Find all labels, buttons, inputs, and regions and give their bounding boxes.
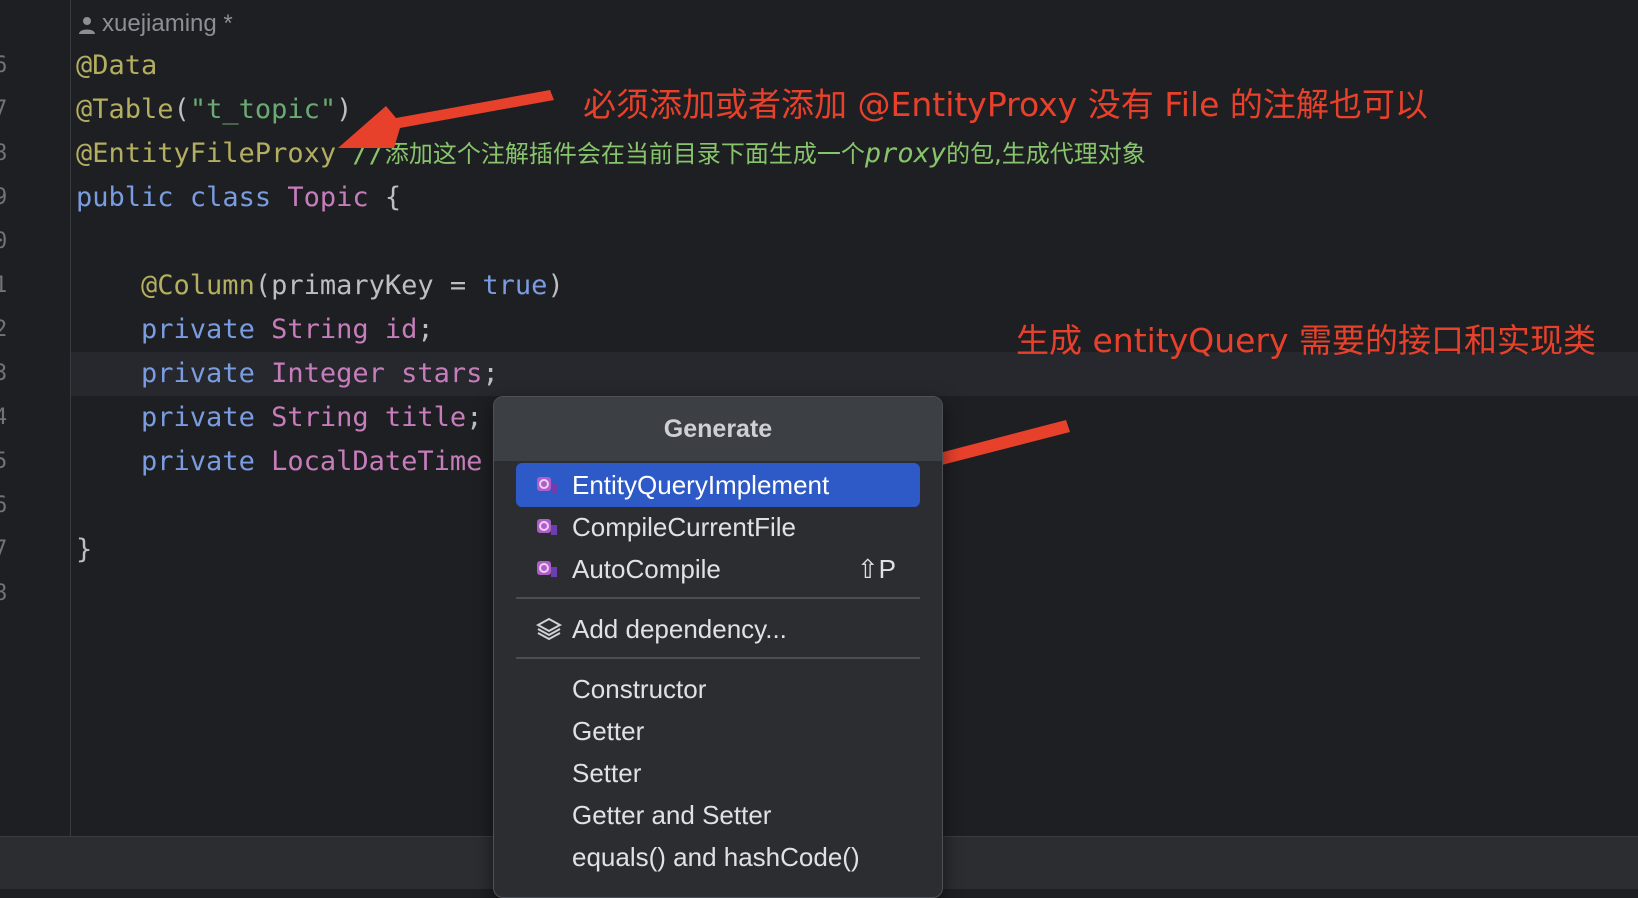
code-line[interactable]: private String id;	[76, 308, 434, 352]
author-name: xuejiaming *	[102, 10, 233, 37]
punctuation-token: )	[547, 270, 564, 301]
comment-token: 的包,生成代理对象	[946, 140, 1146, 168]
line-number: 0	[0, 229, 8, 254]
parameter-token: (primaryKey =	[254, 270, 483, 301]
popup-title: Generate	[494, 397, 942, 461]
punctuation-token: ;	[482, 358, 499, 389]
line-number: 4	[0, 405, 8, 430]
menu-item-compile-current-file[interactable]: CompileCurrentFile	[516, 505, 920, 549]
line-number: 7	[0, 97, 8, 122]
menu-item-entity-query-implement[interactable]: EntityQueryImplement	[516, 463, 920, 507]
menu-item-label: AutoCompile	[572, 554, 721, 584]
punctuation-token: ;	[417, 314, 434, 345]
annotation-note-middle: 生成 entityQuery 需要的接口和实现类	[1016, 321, 1597, 360]
punctuation-token: {	[384, 182, 402, 213]
line-number: 6	[0, 493, 8, 518]
menu-item-getter-and-setter[interactable]: Getter and Setter	[516, 793, 920, 837]
field-token: stars	[401, 358, 483, 389]
field-token: id	[384, 314, 418, 345]
keyword-token: private	[141, 402, 255, 433]
annotation-token: @Column	[141, 270, 255, 301]
punctuation-token: ;	[466, 402, 483, 433]
menu-separator	[516, 597, 920, 599]
menu-item-label: Getter and Setter	[572, 800, 772, 830]
punctuation-token: (	[173, 94, 190, 125]
annotation-token: @Data	[76, 50, 158, 81]
class-name-token: Topic	[287, 182, 369, 213]
keyword-token: class	[189, 182, 272, 213]
keyword-token: public	[76, 182, 174, 213]
line-number: 9	[0, 185, 8, 210]
line-number: 7	[0, 537, 8, 562]
plugin-icon	[537, 477, 557, 493]
type-token: String	[271, 314, 369, 345]
string-token: "t_topic"	[189, 94, 337, 125]
annotation-note-top: 必须添加或者添加 @EntityProxy 没有 File 的注解也可以	[583, 85, 1428, 124]
menu-item-constructor[interactable]: Constructor	[516, 667, 920, 711]
code-line[interactable]: }	[76, 528, 92, 572]
keyword-token: private	[141, 446, 255, 477]
generate-popup[interactable]: Generate EntityQueryImplement CompileCur…	[493, 396, 943, 898]
line-number: 8	[0, 581, 8, 606]
punctuation-token: }	[76, 534, 93, 565]
menu-item-auto-compile[interactable]: AutoCompile ⇧P	[516, 547, 920, 591]
code-vision-author[interactable]: xuejiaming *	[78, 4, 233, 44]
gutter-divider	[70, 0, 71, 836]
line-number: 6	[0, 53, 8, 78]
menu-item-label: EntityQueryImplement	[572, 470, 830, 500]
keyword-token: private	[141, 358, 255, 389]
line-number-gutter: 6 7 8 9 0 1 2 3 4 5 6 7 8	[0, 0, 70, 836]
code-line[interactable]: private String title;	[76, 396, 482, 440]
menu-item-add-dependency[interactable]: Add dependency...	[516, 607, 920, 651]
menu-item-label: equals() and hashCode()	[572, 842, 860, 872]
annotation-token: @Table	[76, 94, 174, 125]
menu-item-label: Add dependency...	[572, 614, 787, 644]
menu-item-label: Constructor	[572, 674, 707, 704]
code-line[interactable]: @Table("t_topic")	[76, 88, 352, 132]
menu-item-getter[interactable]: Getter	[516, 709, 920, 753]
code-line[interactable]: private LocalDateTime	[76, 440, 482, 484]
keyword-token: private	[141, 314, 255, 345]
field-token: title	[384, 402, 467, 433]
menu-item-label: Setter	[572, 758, 642, 788]
keyword-token: true	[482, 270, 548, 301]
code-line[interactable]: public class Topic {	[76, 176, 401, 220]
menu-item-label: CompileCurrentFile	[572, 512, 796, 542]
plugin-icon	[537, 561, 557, 577]
red-arrow-icon	[338, 90, 554, 148]
plugin-icon	[537, 519, 557, 535]
code-line[interactable]: @Data	[76, 44, 157, 88]
line-number: 1	[0, 273, 8, 298]
line-number: 2	[0, 317, 8, 342]
comment-token: proxy	[864, 138, 947, 169]
line-number: 3	[0, 361, 8, 386]
type-token: String	[271, 402, 369, 433]
line-number: 5	[0, 449, 8, 474]
type-token: Integer	[271, 358, 385, 389]
annotation-token: @EntityFileProxy	[76, 138, 337, 169]
code-line[interactable]: @Column(primaryKey = true)	[76, 264, 564, 308]
shortcut-label: ⇧P	[856, 554, 896, 584]
layers-icon	[536, 617, 562, 641]
code-line[interactable]: private Integer stars;	[76, 352, 499, 396]
type-token: LocalDateTime	[271, 446, 483, 477]
person-icon	[79, 16, 95, 34]
line-number: 8	[0, 141, 8, 166]
menu-item-label: Getter	[572, 716, 645, 746]
code-line[interactable]: @EntityFileProxy //添加这个注解插件会在当前目录下面生成一个p…	[76, 132, 1146, 176]
menu-separator	[516, 657, 920, 659]
menu-item-setter[interactable]: Setter	[516, 751, 920, 795]
menu-item-equals-hashcode[interactable]: equals() and hashCode()	[516, 835, 920, 879]
